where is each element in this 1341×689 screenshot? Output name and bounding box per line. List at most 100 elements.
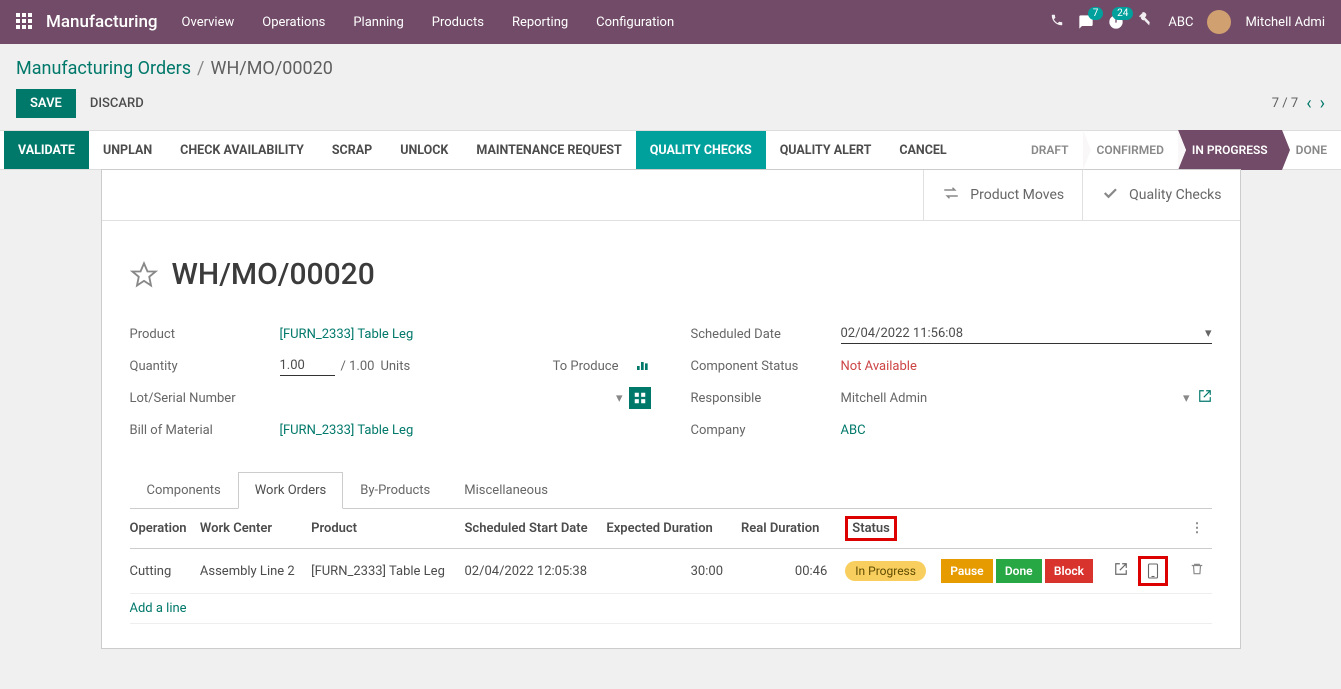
stage-draft[interactable]: DRAFT xyxy=(1017,130,1083,170)
nav-reporting[interactable]: Reporting xyxy=(512,15,568,30)
brand[interactable]: Manufacturing xyxy=(46,12,158,32)
table-row[interactable]: Cutting Assembly Line 2 [FURN_2333] Tabl… xyxy=(130,549,1212,594)
lot-dropdown-icon[interactable]: ▾ xyxy=(616,391,623,406)
component-status-value: Not Available xyxy=(841,359,1212,374)
tab-work-orders[interactable]: Work Orders xyxy=(238,472,344,509)
quantity-total: / 1.00 xyxy=(341,359,375,374)
record-title: WH/MO/00020 xyxy=(172,257,375,292)
responsible-label: Responsible xyxy=(691,391,841,406)
exchange-icon xyxy=(942,184,960,206)
scrap-button[interactable]: SCRAP xyxy=(318,131,386,169)
done-button[interactable]: Done xyxy=(996,559,1042,583)
statusbar: DRAFT CONFIRMED IN PROGRESS DONE xyxy=(1017,131,1341,169)
stage-done[interactable]: DONE xyxy=(1282,130,1341,170)
cell-work-center: Assembly Line 2 xyxy=(200,549,311,594)
work-orders-table: Operation Work Center Product Scheduled … xyxy=(130,509,1212,624)
actionbar: SAVE DISCARD 7 / 7 ‹ › xyxy=(0,89,1341,130)
th-status: Status xyxy=(845,509,941,549)
tab-by-products[interactable]: By-Products xyxy=(343,472,447,509)
company-switcher[interactable]: ABC xyxy=(1168,15,1193,30)
tools-icon[interactable] xyxy=(1138,12,1154,32)
pager-text: 7 / 7 xyxy=(1272,96,1298,111)
scheduled-dropdown-icon[interactable]: ▾ xyxy=(1205,326,1212,341)
add-line-link[interactable]: Add a line xyxy=(130,601,187,616)
topbar-right: 7 24 ABC Mitchell Admi xyxy=(1050,10,1325,34)
nav-configuration[interactable]: Configuration xyxy=(596,15,674,30)
avatar[interactable] xyxy=(1207,10,1231,34)
maintenance-request-button[interactable]: MAINTENANCE REQUEST xyxy=(462,131,635,169)
unlock-button[interactable]: UNLOCK xyxy=(386,131,462,169)
nav-products[interactable]: Products xyxy=(432,15,484,30)
grid-new-icon[interactable] xyxy=(629,387,651,409)
delete-icon[interactable] xyxy=(1190,565,1204,580)
nav-operations[interactable]: Operations xyxy=(262,15,325,30)
responsible-dropdown-icon[interactable]: ▾ xyxy=(1183,391,1190,406)
chart-icon[interactable] xyxy=(635,358,651,374)
cell-scheduled-start: 02/04/2022 12:05:38 xyxy=(464,549,606,594)
form-sheet: Product Moves Quality Checks WH/MO/00020… xyxy=(101,169,1241,649)
stage-confirmed[interactable]: CONFIRMED xyxy=(1083,130,1178,170)
nav-planning[interactable]: Planning xyxy=(353,15,403,30)
lot-label: Lot/Serial Number xyxy=(130,391,280,406)
scheduled-label: Scheduled Date xyxy=(691,327,841,342)
cell-product: [FURN_2333] Table Leg xyxy=(311,549,464,594)
username[interactable]: Mitchell Admi xyxy=(1245,15,1325,30)
quality-checks-button[interactable]: QUALITY CHECKS xyxy=(636,131,766,169)
product-label: Product xyxy=(130,327,280,342)
breadcrumb: Manufacturing Orders / WH/MO/00020 xyxy=(0,44,1341,89)
validate-button[interactable]: VALIDATE xyxy=(4,131,89,169)
cell-operation: Cutting xyxy=(130,549,200,594)
row-external-link-icon[interactable] xyxy=(1114,565,1128,580)
to-produce-label: To Produce xyxy=(553,359,629,374)
quantity-label: Quantity xyxy=(130,359,280,374)
scheduled-value[interactable]: 02/04/2022 11:56:08 xyxy=(841,326,964,341)
external-link-icon[interactable] xyxy=(1198,389,1212,407)
nav-overview[interactable]: Overview xyxy=(182,15,235,30)
quality-checks-label: Quality Checks xyxy=(1129,187,1221,203)
cell-expected-duration: 30:00 xyxy=(606,549,741,594)
chat-icon[interactable]: 7 xyxy=(1078,14,1094,30)
tab-components[interactable]: Components xyxy=(130,472,238,509)
topbar: Manufacturing Overview Operations Planni… xyxy=(0,0,1341,44)
th-operation: Operation xyxy=(130,509,200,549)
secondbar: VALIDATE UNPLAN CHECK AVAILABILITY SCRAP… xyxy=(0,130,1341,170)
apps-icon[interactable] xyxy=(16,13,34,31)
quality-alert-button[interactable]: QUALITY ALERT xyxy=(766,131,886,169)
check-availability-button[interactable]: CHECK AVAILABILITY xyxy=(166,131,318,169)
form-col-left: Product [FURN_2333] Table Leg Quantity 1… xyxy=(130,320,651,448)
quality-checks-sheet-button[interactable]: Quality Checks xyxy=(1082,170,1239,220)
star-icon[interactable] xyxy=(130,261,158,289)
product-value[interactable]: [FURN_2333] Table Leg xyxy=(280,327,651,342)
sheet-head-buttons: Product Moves Quality Checks xyxy=(102,170,1240,221)
quantity-input[interactable]: 1.00 xyxy=(280,356,335,376)
tab-miscellaneous[interactable]: Miscellaneous xyxy=(447,472,565,509)
quantity-unit: Units xyxy=(380,359,410,374)
form-col-right: Scheduled Date 02/04/2022 11:56:08 ▾ Com… xyxy=(691,320,1212,448)
phone-icon[interactable] xyxy=(1050,13,1064,31)
responsible-value[interactable]: Mitchell Admin xyxy=(841,391,928,406)
pager: 7 / 7 ‹ › xyxy=(1272,93,1325,114)
stage-in-progress[interactable]: IN PROGRESS xyxy=(1178,130,1282,170)
activity-icon[interactable]: 24 xyxy=(1108,14,1124,30)
bom-value[interactable]: [FURN_2333] Table Leg xyxy=(280,423,651,438)
topnav: Overview Operations Planning Products Re… xyxy=(182,15,675,30)
product-moves-button[interactable]: Product Moves xyxy=(923,170,1082,220)
company-value[interactable]: ABC xyxy=(841,423,1212,438)
th-expected-duration: Expected Duration xyxy=(606,509,741,549)
company-label: Company xyxy=(691,423,841,438)
block-button[interactable]: Block xyxy=(1045,559,1093,583)
tablet-icon[interactable] xyxy=(1138,556,1168,586)
unplan-button[interactable]: UNPLAN xyxy=(89,131,166,169)
pager-prev-icon[interactable]: ‹ xyxy=(1306,93,1311,114)
save-button[interactable]: SAVE xyxy=(16,89,76,118)
table-menu-icon[interactable]: ⋮ xyxy=(1191,521,1204,536)
breadcrumb-parent[interactable]: Manufacturing Orders xyxy=(16,58,191,79)
pager-next-icon[interactable]: › xyxy=(1320,93,1325,114)
th-work-center: Work Center xyxy=(200,509,311,549)
product-moves-label: Product Moves xyxy=(970,187,1064,203)
pause-button[interactable]: Pause xyxy=(941,559,992,583)
cancel-button[interactable]: CANCEL xyxy=(885,131,960,169)
breadcrumb-current: WH/MO/00020 xyxy=(210,58,332,79)
th-scheduled-start: Scheduled Start Date xyxy=(464,509,606,549)
discard-button[interactable]: DISCARD xyxy=(76,89,158,118)
